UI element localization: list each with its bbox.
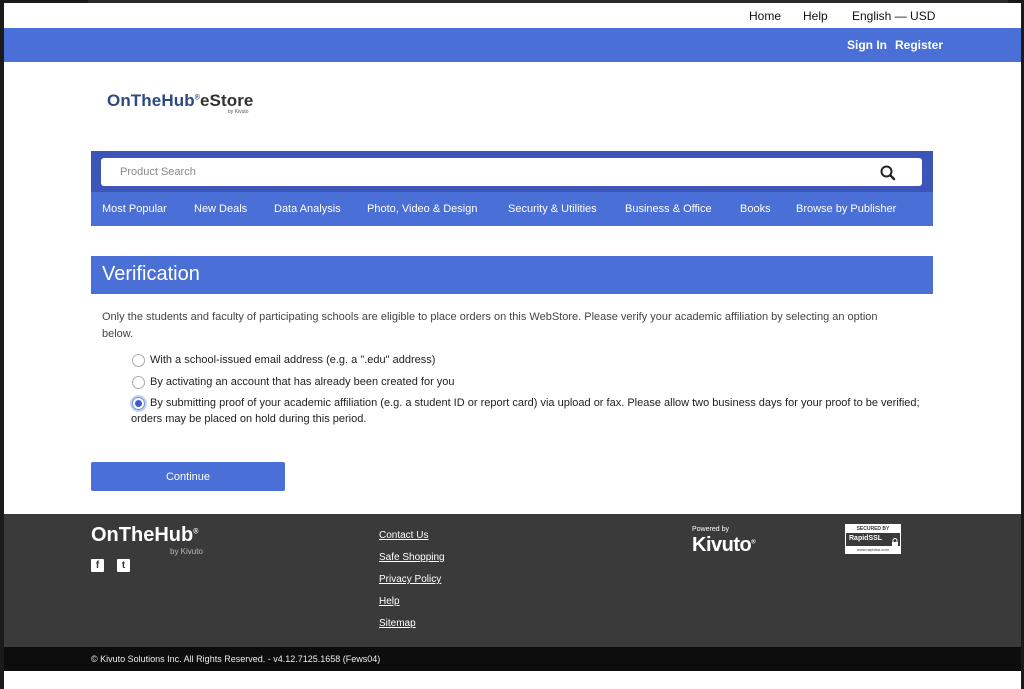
option-submit-proof-label[interactable]: By submitting proof of your academic aff…: [131, 395, 921, 427]
option-activate-account-label[interactable]: By activating an account that has alread…: [150, 374, 455, 390]
contact-us-link[interactable]: Contact Us: [379, 530, 428, 541]
nav-business-office[interactable]: Business & Office: [625, 203, 712, 215]
account-bar: Sign In Register: [4, 28, 1021, 62]
footer-logo-reg-mark: ®: [193, 528, 199, 536]
kivuto-name: Kivuto: [692, 534, 752, 556]
home-link[interactable]: Home: [749, 9, 781, 23]
logo-estore: eStore: [199, 91, 254, 110]
rapidssl-badge[interactable]: SECURED BY RapidSSL www.rapidssl.com: [845, 524, 901, 554]
verification-intro: Only the students and faculty of partici…: [102, 311, 878, 340]
nav-data-analysis[interactable]: Data Analysis: [274, 203, 341, 215]
sitemap-link[interactable]: Sitemap: [379, 618, 416, 629]
footer-logo[interactable]: OnTheHub®: [91, 524, 198, 547]
privacy-policy-link[interactable]: Privacy Policy: [379, 574, 441, 585]
sign-in-link[interactable]: Sign In: [847, 38, 887, 52]
logo-brand: OnTheHub: [107, 91, 195, 110]
footer: OnTheHub® by Kivuto f t Contact Us Safe …: [4, 514, 1021, 647]
footer-logo-byline: by Kivuto: [170, 547, 203, 556]
register-link[interactable]: Register: [895, 38, 943, 52]
kivuto-reg-mark: ®: [751, 539, 756, 546]
footer-logo-brand: OnTheHub: [91, 524, 194, 546]
kivuto-logo[interactable]: Kivuto®: [692, 534, 756, 557]
help-link[interactable]: Help: [803, 9, 828, 23]
help-footer-link[interactable]: Help: [379, 596, 400, 607]
ssl-brand: RapidSSL: [849, 535, 883, 542]
nav-browse-by-publisher[interactable]: Browse by Publisher: [796, 203, 896, 215]
nav-most-popular[interactable]: Most Popular: [102, 203, 167, 215]
safe-shopping-link[interactable]: Safe Shopping: [379, 552, 445, 563]
ssl-secured-by: SECURED BY: [846, 525, 900, 533]
nav-security-utilities[interactable]: Security & Utilities: [508, 203, 597, 215]
radio-school-email[interactable]: [132, 354, 145, 367]
radio-activate-account[interactable]: [132, 376, 145, 389]
verification-header: Verification: [91, 256, 933, 294]
nav-new-deals[interactable]: New Deals: [194, 203, 247, 215]
page-title: Verification: [102, 263, 200, 285]
nav-photo-video-design[interactable]: Photo, Video & Design: [367, 203, 477, 215]
facebook-icon[interactable]: f: [91, 559, 104, 572]
store-logo[interactable]: OnTheHub®eStore: [107, 91, 253, 111]
twitter-icon[interactable]: t: [117, 559, 130, 572]
locale-selector[interactable]: English — USD: [852, 9, 935, 23]
product-search-input[interactable]: [101, 158, 922, 186]
ssl-url: www.rapidssl.com: [846, 546, 900, 554]
nav-books[interactable]: Books: [740, 203, 771, 215]
copyright-text: © Kivuto Solutions Inc. All Rights Reser…: [91, 654, 381, 664]
utility-nav: Home Help English — USD: [4, 3, 1021, 28]
search-icon[interactable]: [878, 163, 898, 183]
option-school-email-label[interactable]: With a school-issued email address (e.g.…: [150, 352, 435, 368]
powered-by-label: Powered by: [692, 526, 729, 533]
category-nav: Most Popular New Deals Data Analysis Pho…: [91, 192, 933, 226]
copyright-bar: © Kivuto Solutions Inc. All Rights Reser…: [4, 647, 1021, 671]
logo-byline: by Kivuto: [228, 109, 249, 115]
continue-button[interactable]: Continue: [91, 462, 285, 491]
